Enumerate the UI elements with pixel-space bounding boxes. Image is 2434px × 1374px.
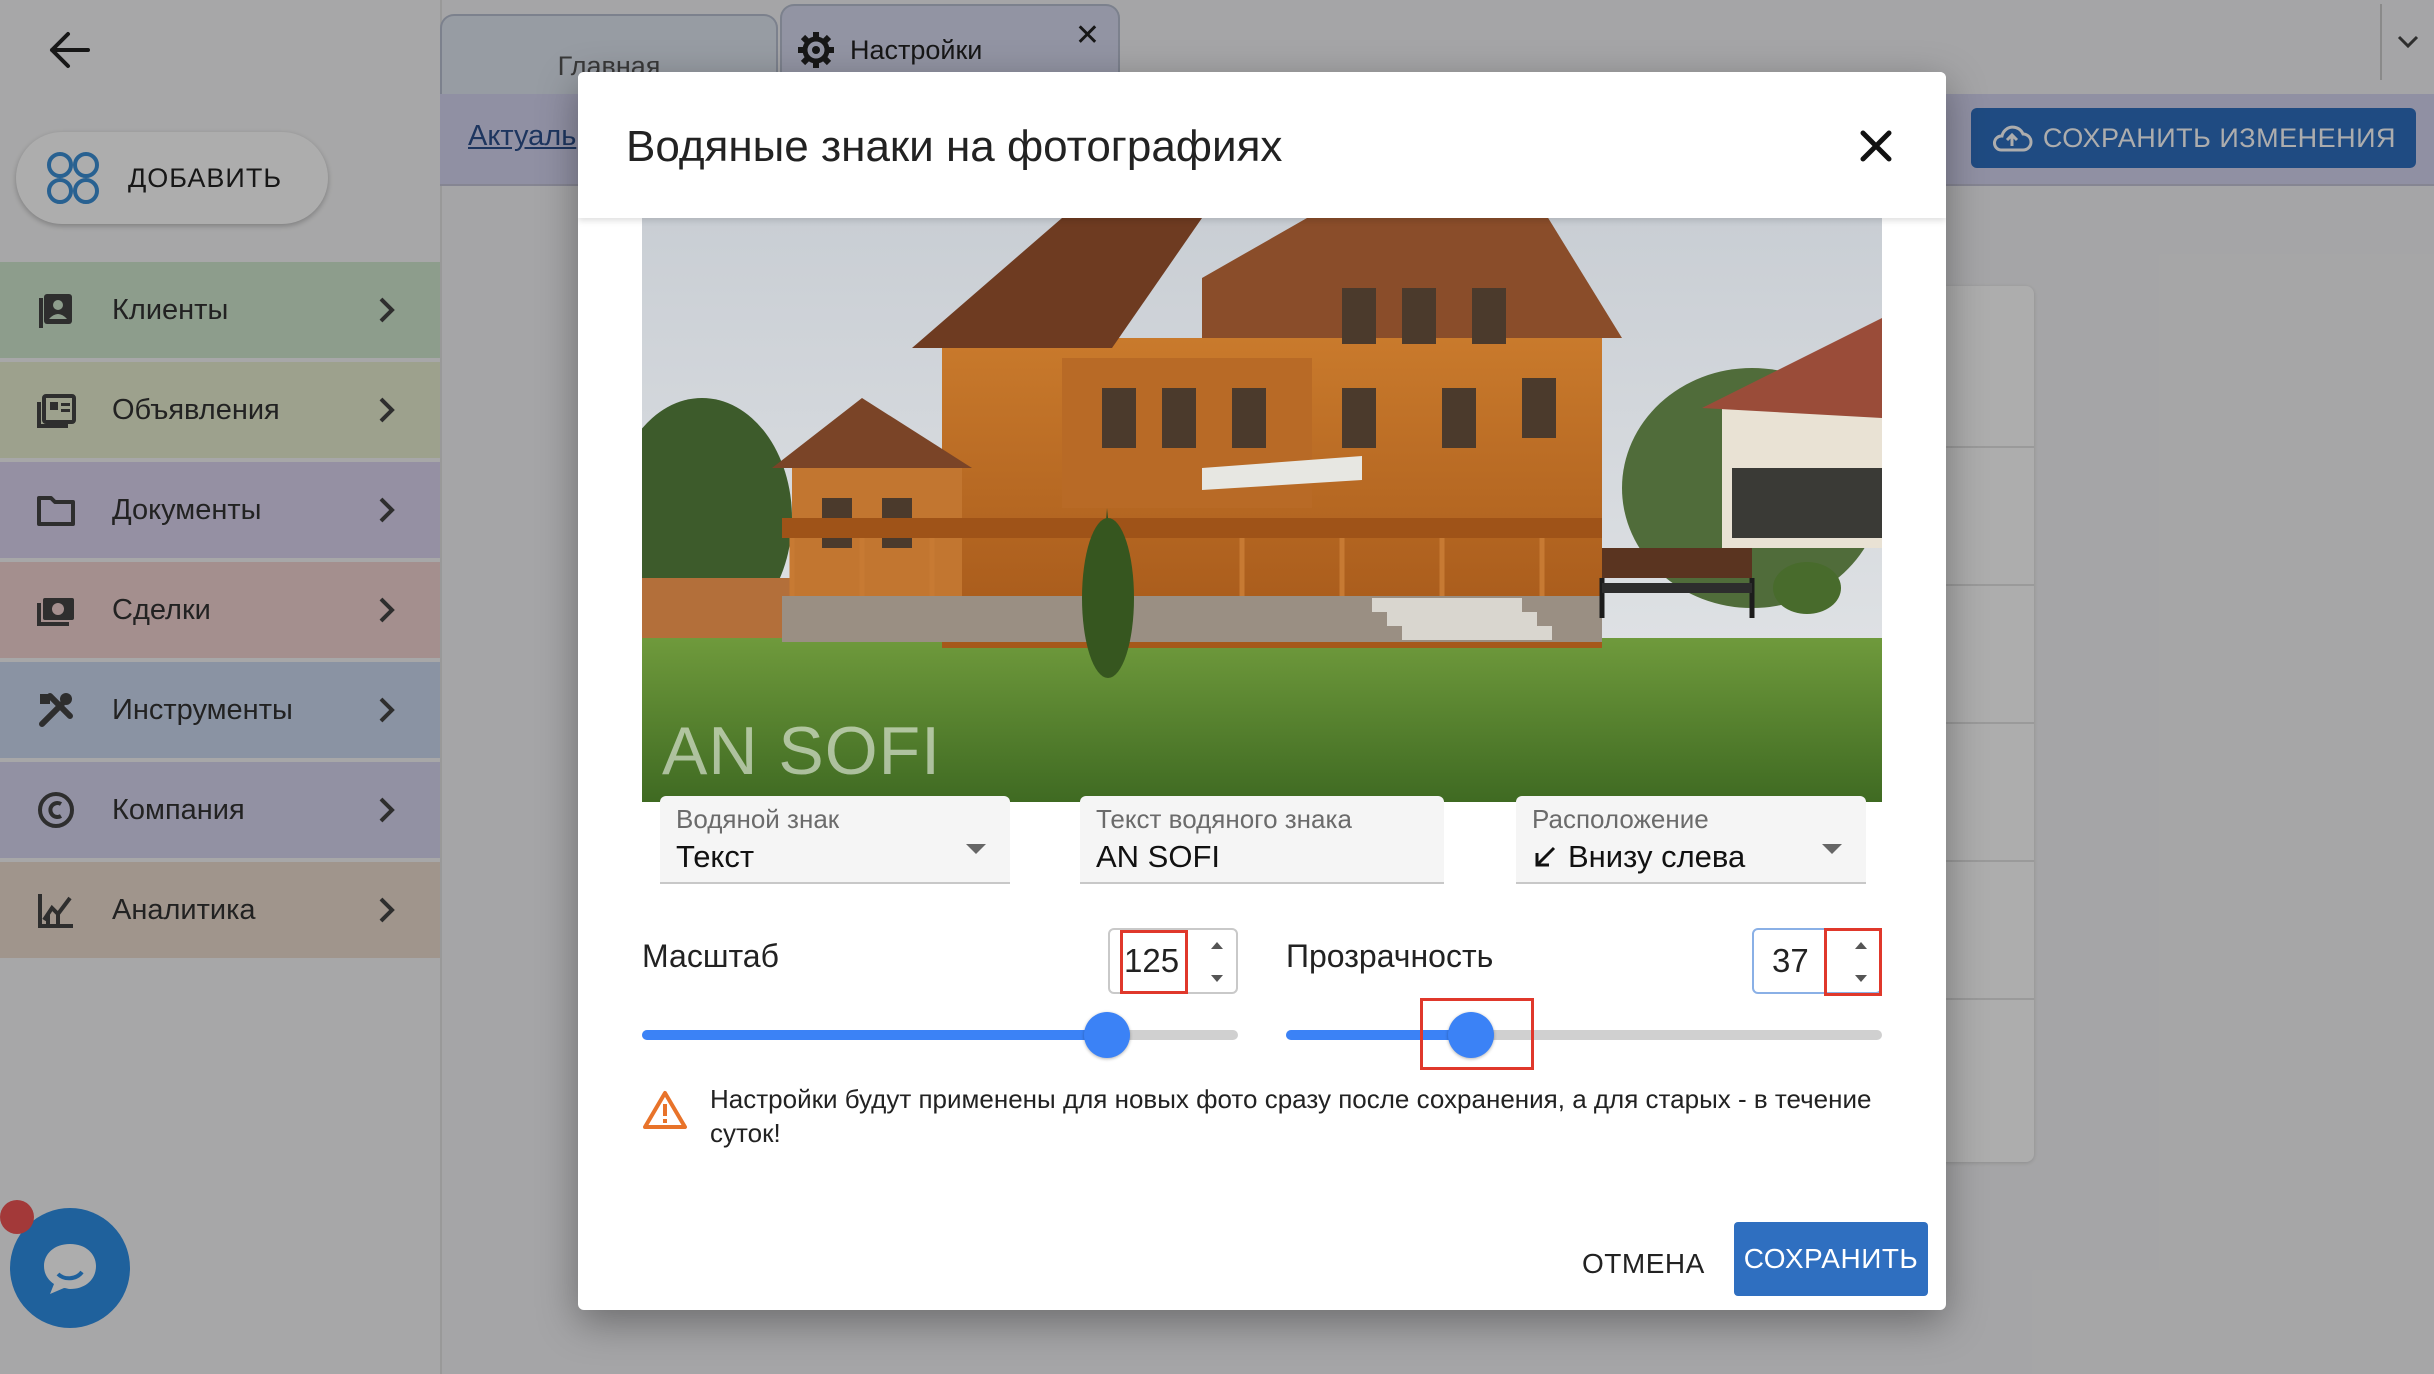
notice: Настройки будут применены для новых фото… — [642, 1078, 1882, 1150]
scale-value-highlight — [1120, 930, 1188, 994]
opacity-stepper-highlight — [1824, 928, 1882, 996]
watermark-dialog: Водяные знаки на фотографиях AN SOFI Вод… — [578, 72, 1946, 1310]
watermark-text-value: AN SOFI — [1096, 839, 1221, 874]
save-button[interactable]: СОХРАНИТЬ — [1734, 1222, 1928, 1296]
position-label: Расположение — [1532, 804, 1709, 834]
opacity-slider[interactable] — [1286, 1012, 1882, 1058]
close-icon — [1860, 130, 1892, 162]
south-west-arrow-icon — [1535, 846, 1556, 867]
watermark-type-value: Текст — [676, 839, 755, 874]
dialog-close-button[interactable] — [1854, 124, 1898, 168]
notice-text: Настройки будут применены для новых фото… — [710, 1084, 1872, 1148]
watermark-preview-image: AN SOFI — [642, 218, 1882, 802]
position-select[interactable]: Расположение Внизу слева — [1516, 796, 1866, 884]
scale-stepper[interactable] — [1206, 942, 1228, 982]
dialog-title: Водяные знаки на фотографиях — [626, 122, 1283, 171]
scale-slider[interactable] — [642, 1012, 1238, 1058]
position-value: Внизу слева — [1568, 839, 1746, 874]
opacity-value: 37 — [1772, 942, 1809, 979]
watermark-type-select[interactable]: Водяной знак Текст — [660, 796, 1010, 884]
scale-label: Масштаб — [642, 938, 779, 974]
opacity-label: Прозрачность — [1286, 938, 1494, 974]
watermark-text-label: Текст водяного знака — [1096, 804, 1352, 834]
watermark-text-input[interactable]: Текст водяного знака AN SOFI — [1080, 796, 1444, 884]
scale-slider-fill — [642, 1030, 1107, 1040]
watermark-type-label: Водяной знак — [676, 804, 840, 834]
dropdown-arrow-icon — [1822, 844, 1842, 854]
dropdown-arrow-icon — [966, 844, 986, 854]
scale-slider-thumb[interactable] — [1083, 1012, 1130, 1058]
position-value-row: Внизу слева — [1532, 839, 1850, 875]
watermark-text-preview: AN SOFI — [662, 713, 942, 789]
opacity-thumb-highlight — [1420, 998, 1534, 1070]
dialog-header: Водяные знаки на фотографиях — [578, 72, 1946, 218]
cancel-button[interactable]: ОТМЕНА — [1570, 1236, 1717, 1292]
warning-icon — [643, 1091, 687, 1129]
